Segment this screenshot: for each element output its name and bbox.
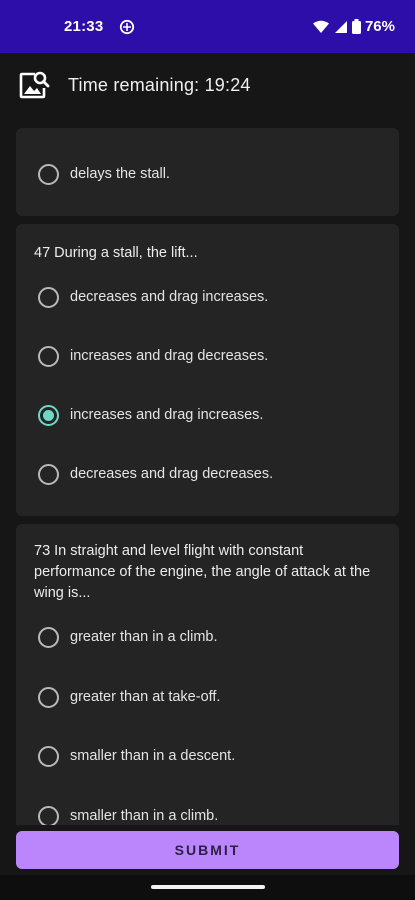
option-label: increases and drag decreases. — [70, 348, 269, 364]
wifi-icon — [312, 20, 329, 33]
radio-button[interactable] — [38, 345, 59, 367]
question-text: 47 During a stall, the lift... — [34, 245, 198, 261]
time-remaining: Time remaining: 19:24 — [68, 74, 251, 95]
option-label: smaller than in a climb. — [70, 808, 219, 824]
submit-bar: SUBMIT — [0, 825, 415, 875]
question-card: 73 In straight and level flight with con… — [16, 524, 399, 844]
option-label: greater than at take-off. — [70, 689, 221, 705]
answer-option[interactable]: greater than at take-off. — [38, 685, 220, 709]
navigation-bar — [0, 875, 415, 900]
home-gesture-handle[interactable] — [151, 885, 265, 889]
option-label: decreases and drag decreases. — [70, 466, 274, 482]
radio-button[interactable] — [38, 805, 59, 827]
status-right: 76% — [312, 18, 395, 35]
app-bar: Time remaining: 19:24 — [0, 53, 415, 117]
question-card: delays the stall. — [16, 128, 399, 216]
signal-icon — [334, 20, 347, 33]
option-label: smaller than in a descent. — [70, 748, 236, 764]
question-card: 47 During a stall, the lift... decreases… — [16, 224, 399, 516]
answer-option[interactable]: delays the stall. — [38, 162, 170, 186]
answer-option[interactable]: increases and drag decreases. — [38, 344, 268, 368]
radio-button[interactable] — [38, 686, 59, 708]
status-time: 21:33 — [64, 18, 104, 35]
radio-button[interactable] — [38, 745, 59, 767]
option-label: greater than in a climb. — [70, 629, 218, 645]
sync-icon — [120, 19, 135, 34]
question-text: 73 In straight and level flight with con… — [34, 543, 371, 601]
status-bar: 21:33 76% — [0, 0, 415, 53]
answer-option[interactable]: decreases and drag decreases. — [38, 462, 273, 486]
radio-button[interactable] — [38, 286, 59, 308]
option-label: delays the stall. — [70, 166, 170, 182]
image-search-icon[interactable] — [18, 69, 50, 101]
submit-button[interactable]: SUBMIT — [16, 831, 399, 869]
answer-option[interactable]: decreases and drag increases. — [38, 285, 268, 309]
option-label: increases and drag increases. — [70, 407, 264, 423]
answer-option[interactable]: increases and drag increases. — [38, 403, 263, 427]
battery-icon — [351, 19, 361, 34]
answer-option[interactable]: greater than in a climb. — [38, 625, 218, 649]
radio-button[interactable] — [38, 163, 59, 185]
option-label: decreases and drag increases. — [70, 289, 269, 305]
radio-button-selected[interactable] — [38, 404, 59, 426]
radio-button[interactable] — [38, 463, 59, 485]
answer-option[interactable]: smaller than in a descent. — [38, 744, 235, 768]
battery-percent: 76% — [364, 18, 395, 35]
radio-button[interactable] — [38, 626, 59, 648]
